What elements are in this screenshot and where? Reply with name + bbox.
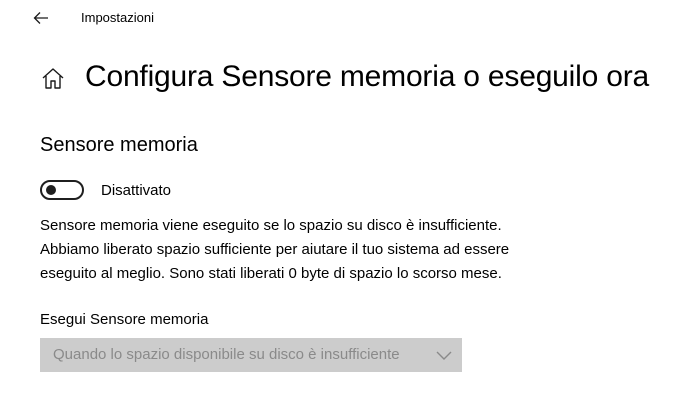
page-title: Configura Sensore memoria o eseguilo ora <box>85 60 649 93</box>
chevron-down-icon <box>436 351 452 360</box>
title-bar: Impostazioni <box>0 0 700 36</box>
section-title: Sensore memoria <box>40 134 198 156</box>
settings-page: Impostazioni Configura Sensore memoria o… <box>0 0 700 400</box>
back-button[interactable] <box>28 6 54 30</box>
select-value: Quando lo spazio disponibile su disco è … <box>53 346 400 363</box>
description-text: Sensore memoria viene eseguito se lo spa… <box>40 217 510 282</box>
toggle-label: Disattivato <box>101 182 172 199</box>
app-title: Impostazioni <box>81 10 154 25</box>
storage-sense-toggle[interactable] <box>40 180 84 200</box>
home-icon <box>42 68 64 89</box>
run-storage-sense-label: Esegui Sensore memoria <box>40 311 209 328</box>
arrow-left-icon <box>33 12 48 24</box>
toggle-knob <box>46 185 56 195</box>
run-storage-sense-select[interactable]: Quando lo spazio disponibile su disco è … <box>40 338 462 372</box>
